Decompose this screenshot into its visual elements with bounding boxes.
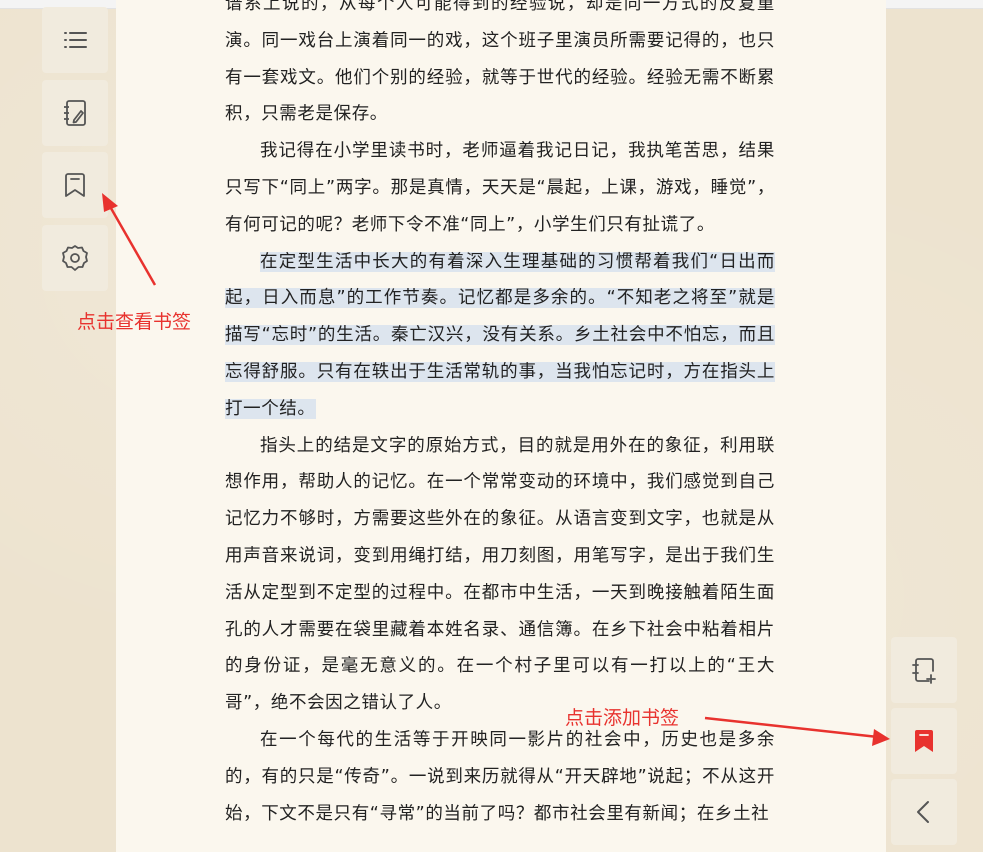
reading-text: 谱系上说的，从每个人可能得到的经验说，却是同一方式的反复重演。同一戏台上演着同一… <box>225 0 775 832</box>
view-bookmarks-annotation: 点击查看书签 <box>77 311 192 333</box>
paragraph-2: 我记得在小学里读书时，老师逼着我记日记，我执笔苦思，结果只写下“同上”两字。那是… <box>225 141 775 235</box>
note-add-icon <box>912 658 936 684</box>
notebook-pen-icon <box>64 100 86 126</box>
bookmark-outline-icon <box>65 173 85 197</box>
chevron-left-icon <box>917 801 929 823</box>
highlighted-text[interactable]: 在定型生活中长大的有着深入生理基础的习惯帮着我们“日出而起，日入而息”的工作节奏… <box>225 251 775 419</box>
gear-icon <box>62 245 88 271</box>
view-bookmarks-button[interactable] <box>42 152 108 218</box>
bookmark-filled-icon <box>915 730 933 752</box>
add-bookmark-annotation: 点击添加书签 <box>565 707 680 729</box>
paragraph-1: 谱系上说的，从每个人可能得到的经验说，却是同一方式的反复重演。同一戏台上演着同一… <box>225 0 775 125</box>
add-note-button[interactable] <box>891 637 957 703</box>
paragraph-5: 在一个每代的生活等于开映同一影片的社会中，历史也是多余的，有的只是“传奇”。一说… <box>225 729 775 824</box>
collapse-button[interactable] <box>891 779 957 845</box>
notes-button[interactable] <box>42 80 108 146</box>
settings-button[interactable] <box>42 225 108 291</box>
paragraph-3-highlighted[interactable]: 在定型生活中长大的有着深入生理基础的习惯帮着我们“日出而起，日入而息”的工作节奏… <box>225 244 775 428</box>
add-bookmark-button[interactable] <box>891 708 957 774</box>
toc-button[interactable] <box>42 7 108 73</box>
list-icon <box>64 32 87 48</box>
paragraph-4: 指头上的结是文字的原始方式，目的就是用外在的象征，利用联想作用，帮助人的记忆。在… <box>225 435 775 714</box>
